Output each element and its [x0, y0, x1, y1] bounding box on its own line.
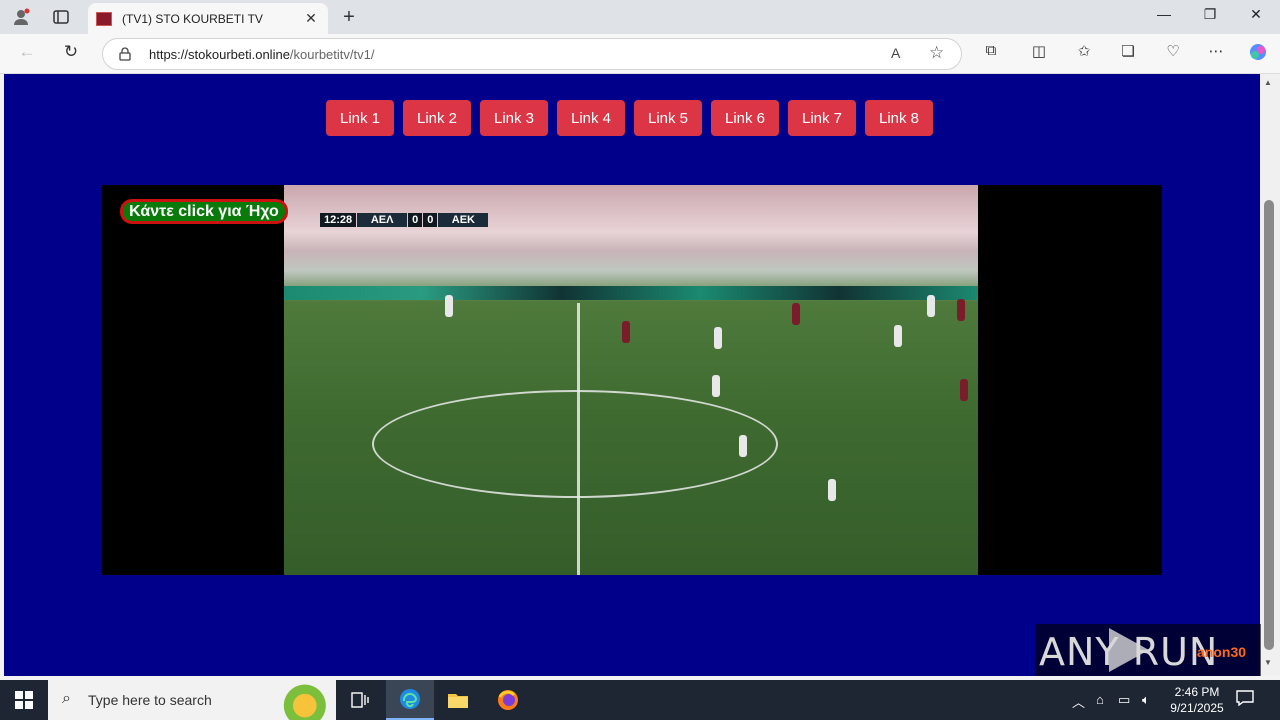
lock-icon[interactable]	[119, 47, 131, 61]
task-view-icon[interactable]	[336, 680, 384, 720]
clock-date: 9/21/2025	[1170, 701, 1224, 715]
back-icon[interactable]: ←	[14, 42, 40, 66]
away-team: ΑΕΚ	[438, 213, 489, 227]
more-menu-icon[interactable]: ⋯	[1202, 42, 1230, 66]
browser-toolbar: ← ↻ https://stokourbeti.online/kourbetit…	[0, 34, 1280, 74]
favorite-star-icon[interactable]: ☆	[929, 43, 944, 63]
away-score: 0	[423, 213, 438, 227]
page-viewport: Link 1 Link 2 Link 3 Link 4 Link 5 Link …	[4, 74, 1260, 676]
extensions-icon[interactable]: ⧉	[977, 42, 1005, 66]
player	[828, 479, 836, 501]
site-favicon-icon	[96, 11, 112, 26]
player	[894, 325, 902, 347]
anyrun-watermark: ANY RUN anon30	[1035, 624, 1261, 676]
link-button-8[interactable]: Link 8	[865, 100, 933, 136]
split-screen-icon[interactable]: ◫	[1025, 42, 1053, 66]
link-button-3[interactable]: Link 3	[480, 100, 548, 136]
browser-essentials-icon[interactable]: ♡	[1159, 42, 1187, 66]
scroll-down-icon[interactable]: ▼	[1264, 658, 1272, 667]
windows-logo-icon	[15, 691, 33, 709]
taskbar-search[interactable]: ⌕ Type here to search	[48, 680, 336, 720]
collections-icon[interactable]: ❏	[1114, 42, 1142, 66]
player	[622, 321, 630, 343]
link-button-1[interactable]: Link 1	[326, 100, 394, 136]
profile-icon[interactable]	[8, 5, 34, 29]
read-aloud-icon[interactable]: A	[891, 45, 900, 61]
windows-taskbar: ⌕ Type here to search ︿ ⌂ ▭ 🔈︎ 2:46 PM 9…	[0, 680, 1280, 720]
tab-close-icon[interactable]: ✕	[300, 10, 322, 27]
home-score: 0	[408, 213, 423, 227]
search-placeholder: Type here to search	[88, 692, 212, 708]
browser-tab-strip: (TV1) STO KOURBETI TV ✕ + — ❐ ✕	[0, 0, 1280, 34]
tray-overflow-icon[interactable]: ︿	[1072, 692, 1085, 711]
player	[714, 327, 722, 349]
search-highlight-image	[264, 684, 332, 720]
meet-now-icon[interactable]: ⌂	[1096, 692, 1104, 707]
player	[957, 299, 965, 321]
player	[712, 375, 720, 397]
scroll-up-icon[interactable]: ▲	[1264, 78, 1272, 87]
start-button[interactable]	[0, 680, 48, 720]
window-close-icon[interactable]: ✕	[1233, 6, 1279, 28]
notifications-icon[interactable]	[1236, 690, 1254, 711]
player	[739, 435, 747, 457]
tab-actions-icon[interactable]	[48, 5, 74, 29]
file-explorer-icon[interactable]	[434, 680, 482, 720]
player	[960, 379, 968, 401]
tab-title: (TV1) STO KOURBETI TV	[122, 11, 263, 26]
watermark-play-icon	[1109, 628, 1149, 672]
center-circle	[372, 390, 778, 498]
scoreboard: 12:28 ΑΕΛ 0 0 ΑΕΚ	[320, 213, 489, 227]
copilot-icon[interactable]	[1244, 42, 1272, 66]
watermark-user: anon30	[1197, 644, 1247, 660]
video-player[interactable]: 12:28 ΑΕΛ 0 0 ΑΕΚ Κάντε click για Ήχο	[102, 185, 1162, 575]
player	[927, 295, 935, 317]
refresh-icon[interactable]: ↻	[58, 42, 84, 66]
match-time: 12:28	[320, 213, 357, 227]
url-text: https://stokourbeti.online/kourbetitv/tv…	[149, 47, 374, 62]
tab-active[interactable]: (TV1) STO KOURBETI TV ✕	[88, 3, 328, 34]
link-button-5[interactable]: Link 5	[634, 100, 702, 136]
enable-sound-button[interactable]: Κάντε click για Ήχο	[120, 199, 288, 224]
url-host: https://stokourbeti.online	[149, 47, 290, 62]
address-bar[interactable]: https://stokourbeti.online/kourbetitv/tv…	[102, 38, 962, 70]
player	[792, 303, 800, 325]
link-button-7[interactable]: Link 7	[788, 100, 856, 136]
edge-taskbar-icon[interactable]	[386, 680, 434, 720]
network-icon[interactable]: ▭	[1118, 692, 1130, 708]
minimize-icon[interactable]: —	[1141, 6, 1187, 28]
player	[445, 295, 453, 317]
favorites-icon[interactable]: ✩	[1070, 42, 1098, 66]
volume-icon[interactable]: 🔈︎	[1142, 692, 1150, 708]
home-team: ΑΕΛ	[357, 213, 408, 227]
scroll-thumb[interactable]	[1264, 200, 1274, 650]
stream-links: Link 1 Link 2 Link 3 Link 4 Link 5 Link …	[326, 100, 946, 136]
page-scrollbar[interactable]: ▲ ▼	[1260, 74, 1280, 676]
ad-boards	[284, 286, 978, 300]
clock-time: 2:46 PM	[1174, 685, 1220, 699]
url-path: /kourbetitv/tv1/	[289, 47, 375, 62]
new-tab-icon[interactable]: +	[338, 6, 360, 29]
video-frame[interactable]: 12:28 ΑΕΛ 0 0 ΑΕΚ	[284, 185, 978, 575]
link-button-2[interactable]: Link 2	[403, 100, 471, 136]
taskbar-clock[interactable]: 2:46 PM 9/21/2025	[1164, 684, 1230, 716]
firefox-icon[interactable]	[484, 680, 532, 720]
restore-icon[interactable]: ❐	[1187, 6, 1233, 28]
search-icon: ⌕	[62, 690, 71, 707]
link-button-4[interactable]: Link 4	[557, 100, 625, 136]
link-button-6[interactable]: Link 6	[711, 100, 779, 136]
